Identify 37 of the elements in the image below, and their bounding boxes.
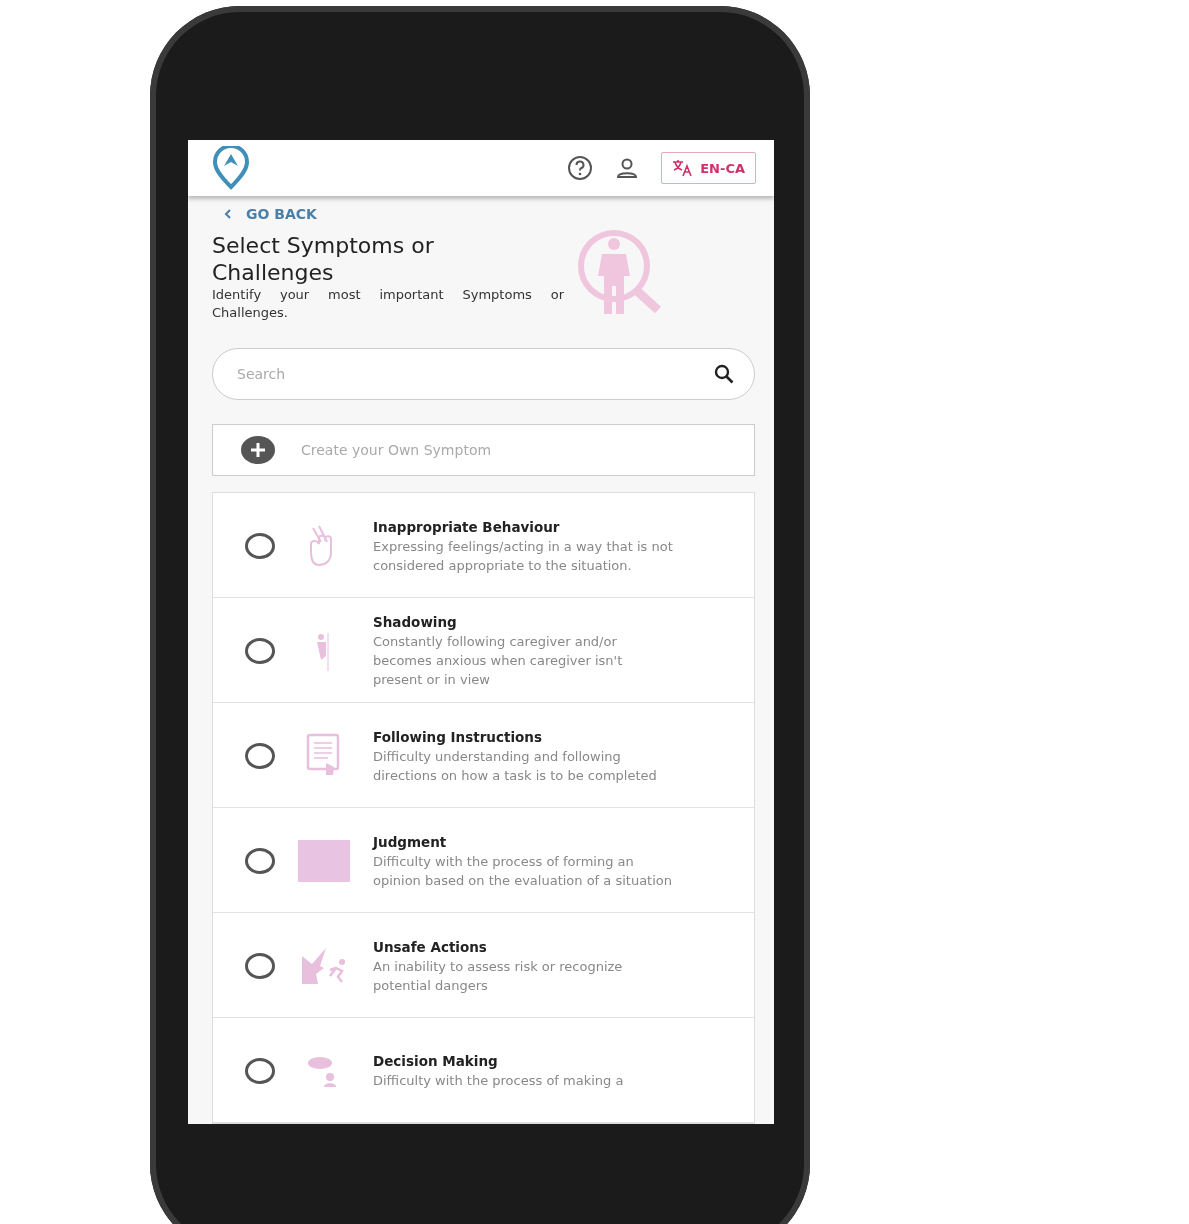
symptom-row[interactable]: Shadowing Constantly following caregiver and/or becomes anxious when caregiver isn't present or in view	[213, 598, 754, 703]
radio-button[interactable]	[245, 533, 275, 559]
radio-button[interactable]	[245, 1058, 275, 1084]
search-icon[interactable]	[713, 363, 735, 385]
symptom-description: Difficulty with the process of making a	[373, 1072, 625, 1090]
radio-button[interactable]	[245, 638, 275, 664]
symptom-description: An inability to assess risk or recognize potential dangers	[373, 957, 624, 995]
image-placeholder	[298, 840, 350, 882]
symptom-title: Inappropriate Behaviour	[373, 517, 561, 537]
page-subtitle: Identify your most important Symptoms or Challenges.	[212, 286, 564, 322]
plus-circle-icon	[241, 436, 275, 464]
search-field[interactable]: Search	[212, 348, 755, 400]
go-back-link[interactable]: GO BACK	[212, 206, 755, 222]
symptom-title: Decision Making	[373, 1052, 499, 1071]
chevron-left-icon	[224, 208, 232, 220]
symptom-row[interactable]: Decision Making Difficulty with the process of making a	[213, 1018, 754, 1123]
symptom-title: Shadowing	[373, 613, 458, 632]
radio-button[interactable]	[245, 953, 275, 979]
symptom-title: Following Instructions	[373, 727, 543, 747]
page-title: Select Symptoms or Challenges	[212, 232, 435, 286]
symptom-row[interactable]: Following Instructions Difficulty understanding and following directions on how a task is to be completed	[213, 703, 754, 808]
help-icon[interactable]	[567, 155, 594, 181]
symptom-description: Constantly following caregiver and/or becomes anxious when caregiver isn't present or in view	[373, 633, 624, 689]
symptom-description: Expressing feelings/acting in a way that is not considered appropriate to the situation.	[373, 537, 673, 575]
symptom-row[interactable]: Judgment Difficulty with the process of forming an opinion based on the evaluation of a situation	[213, 808, 754, 913]
language-button[interactable]: EN-CA	[661, 152, 756, 184]
symptom-title: Unsafe Actions	[373, 937, 488, 957]
symptom-row[interactable]: Inappropriate Behaviour Expressing feelings/acting in a way that is not considered appropriate to the situation.	[213, 493, 754, 598]
symptom-row[interactable]: Unsafe Actions An inability to assess risk or recognize potential dangers	[213, 913, 754, 1018]
symptom-title: Judgment	[373, 832, 448, 852]
radio-button[interactable]	[245, 743, 275, 769]
location-pin-logo	[212, 146, 250, 190]
symptom-description: Difficulty with the process of forming an opinion based on the evaluation of a situation	[373, 852, 673, 890]
user-icon[interactable]	[615, 157, 640, 179]
translate-icon	[672, 159, 693, 177]
symptom-description: Difficulty understanding and following directions on how a task is to be completed	[373, 747, 658, 785]
radio-button[interactable]	[245, 848, 275, 874]
